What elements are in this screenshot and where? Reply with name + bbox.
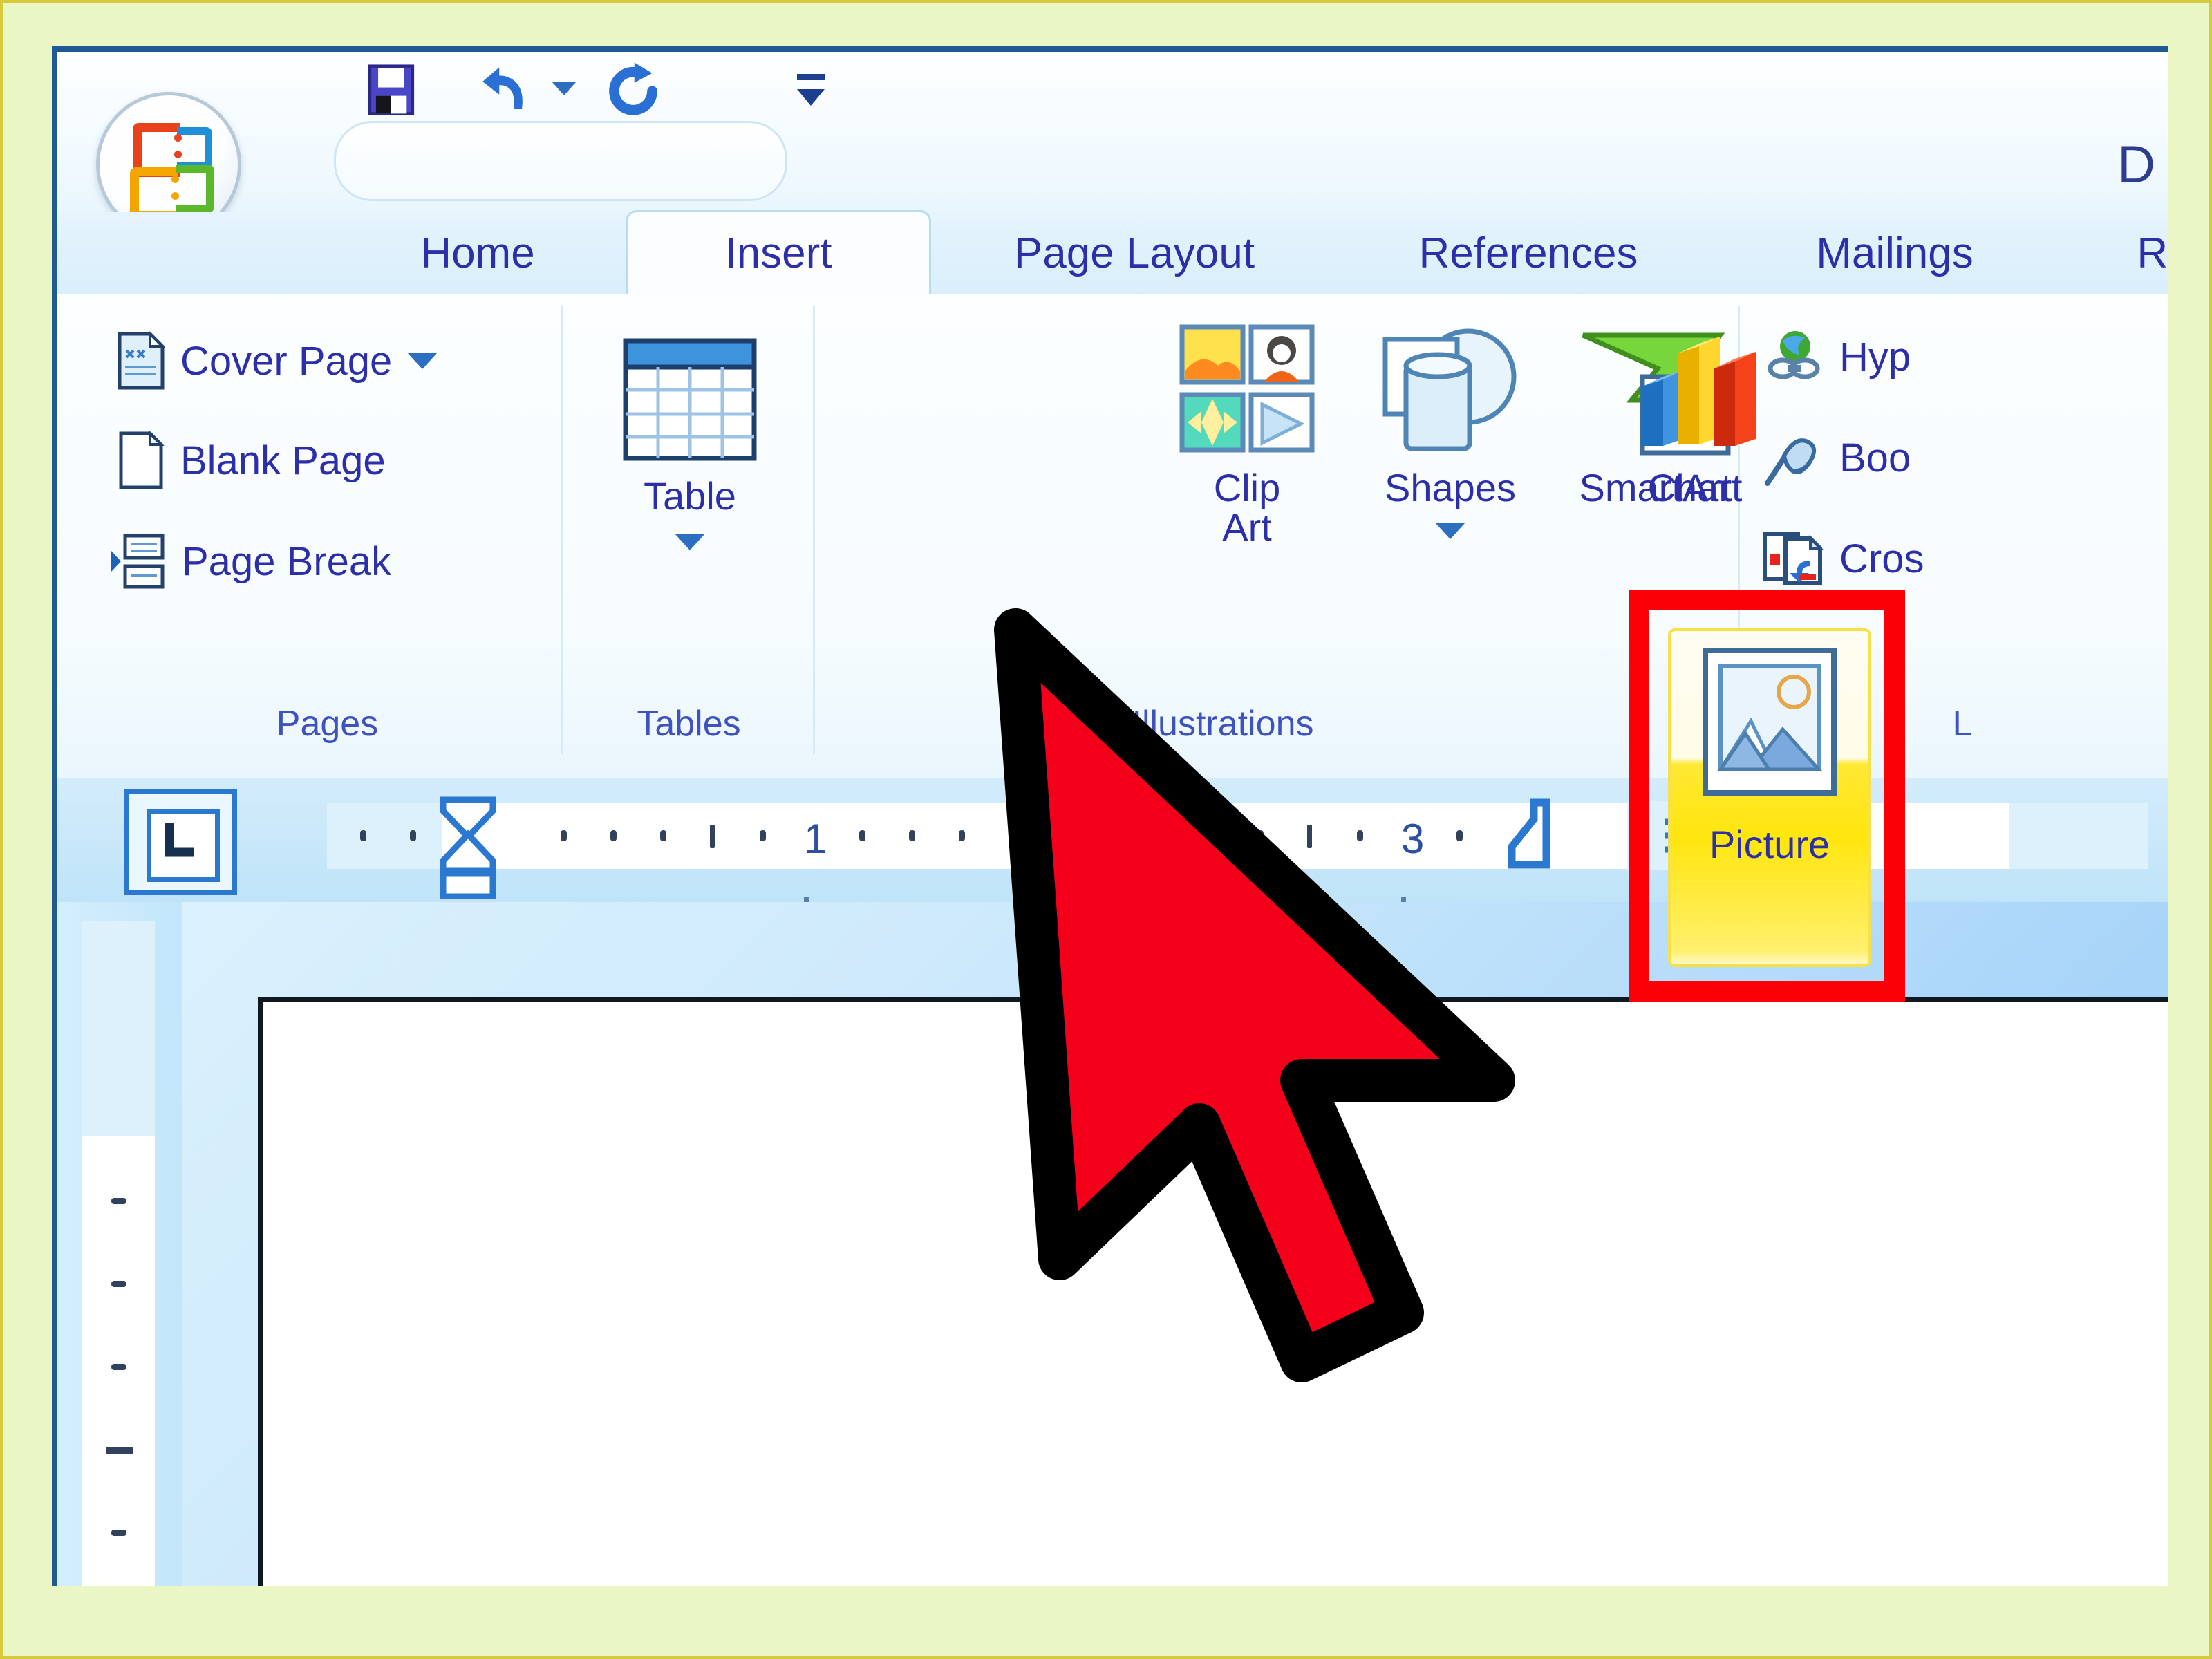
ruler-major-tick-2: 2 — [1103, 816, 1126, 862]
customize-qat-button[interactable] — [790, 70, 832, 118]
save-button[interactable] — [362, 60, 421, 120]
ribbon-group-tables: Table Tables — [565, 306, 815, 754]
indent-markers[interactable] — [436, 796, 500, 903]
chart-label: Chart — [1647, 466, 1743, 509]
office-logo-blue-piece — [177, 127, 212, 170]
tab-page-layout[interactable]: Page Layout — [949, 212, 1320, 294]
illustrations-group-label: Illustrations — [1132, 704, 1314, 744]
vertical-ruler-band — [57, 902, 182, 1586]
table-icon — [623, 338, 757, 461]
ruler-major-tick-3: 3 — [1401, 816, 1425, 862]
hyperlink-label: Hyp — [1839, 334, 1911, 379]
hyperlink-icon — [1768, 331, 1820, 379]
left-tab-stop-icon — [147, 809, 220, 882]
tab-references[interactable]: References — [1357, 212, 1700, 294]
blank-page-icon — [119, 431, 165, 489]
bookmark-icon — [1765, 438, 1817, 486]
office-logo-dot — [171, 176, 179, 183]
ribbon-tab-strip: Home Insert Page Layout References Maili… — [57, 210, 2168, 296]
title-bar: D — [57, 52, 2168, 237]
clip-art-label-line2: Art — [1222, 505, 1272, 550]
cover-page-label: Cover Page — [180, 338, 393, 384]
page-break-button[interactable]: Page Break — [109, 532, 391, 591]
page-break-icon — [111, 534, 165, 589]
picture-button[interactable]: Picture — [1668, 628, 1871, 967]
ribbon-group-pages: Cover Page Blank Page Page Break Pages — [93, 306, 563, 754]
picture-icon — [1703, 648, 1837, 796]
tab-mailings[interactable]: Mailings — [1744, 212, 2045, 294]
cross-reference-icon — [1763, 532, 1824, 585]
quick-access-toolbar — [334, 121, 787, 201]
cover-page-icon — [118, 331, 165, 390]
office-logo-dot — [171, 192, 179, 200]
clip-art-label-line1: Clip — [1213, 466, 1281, 509]
first-line-indent-marker[interactable] — [1502, 798, 1571, 878]
top-margin-zone — [82, 921, 155, 1136]
left-margin-zone — [327, 803, 442, 869]
picture-label: Picture — [1709, 823, 1830, 866]
pages-group-label: Pages — [276, 704, 379, 744]
cross-reference-label: Cros — [1839, 536, 1924, 581]
tab-home[interactable]: Home — [348, 212, 608, 294]
undo-dropdown[interactable] — [552, 82, 584, 114]
bookmark-label: Boo — [1839, 435, 1911, 480]
document-workspace — [57, 902, 2168, 1586]
cover-page-dropdown-icon[interactable] — [407, 353, 438, 369]
document-page[interactable] — [258, 997, 2168, 1586]
hyperlink-button[interactable]: Hyp — [1765, 327, 1911, 386]
outer-frame: D Home Insert Page Layout References Mai… — [0, 0, 2212, 1659]
word-window: D Home Insert Page Layout References Mai… — [52, 46, 2168, 1586]
cross-reference-button[interactable]: Cros — [1761, 529, 1924, 588]
shapes-label: Shapes — [1385, 466, 1516, 509]
shapes-dropdown-icon[interactable] — [1435, 523, 1465, 540]
table-label: Table — [644, 474, 736, 518]
vertical-ruler[interactable] — [82, 921, 155, 1586]
table-button[interactable]: Table — [623, 331, 757, 551]
ribbon: Cover Page Blank Page Page Break Pages T… — [57, 294, 2168, 1002]
ribbon-group-illustrations: Picture Clip Art Shapes SmartArt Chart I… — [816, 306, 1905, 1002]
shapes-icon — [1382, 328, 1517, 451]
clip-art-icon — [1179, 324, 1315, 453]
clip-art-button[interactable]: Clip Art — [1168, 323, 1327, 547]
bookmark-button[interactable]: Boo — [1765, 428, 1911, 487]
document-title: D — [2117, 135, 2156, 194]
table-dropdown-icon[interactable] — [675, 534, 705, 551]
page-break-label: Page Break — [182, 538, 392, 584]
shapes-button[interactable]: Shapes — [1357, 323, 1544, 540]
office-logo-dot — [174, 134, 182, 142]
office-logo-dot — [174, 151, 182, 158]
right-margin-zone — [2009, 803, 2148, 869]
tab-insert[interactable]: Insert — [626, 210, 931, 294]
ruler-major-tick-1: 1 — [804, 816, 827, 862]
tab-review[interactable]: Re — [2083, 212, 2168, 294]
redo-button[interactable] — [603, 60, 663, 120]
blank-page-label: Blank Page — [180, 438, 386, 483]
office-logo-green-piece — [176, 165, 214, 213]
cover-page-button[interactable]: Cover Page — [117, 331, 438, 391]
tab-stop-selector[interactable] — [124, 789, 237, 895]
blank-page-button[interactable]: Blank Page — [117, 431, 386, 490]
undo-button[interactable] — [479, 60, 538, 120]
